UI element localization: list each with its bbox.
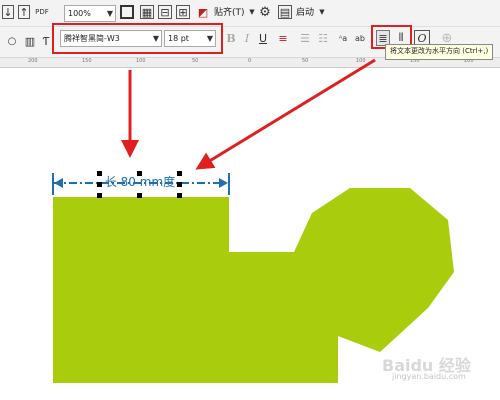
canvas[interactable] [0,0,500,400]
annotation-arrow-diagonal [195,58,376,170]
tooltip: 将文本更改为水平方向 (Ctrl+,) [385,44,494,60]
selection-handle[interactable] [97,193,102,198]
watermark-url: jingyan.baidu.com [392,372,466,381]
selection-handle[interactable] [177,193,182,198]
dimension-text[interactable]: 长 80 mm度 [100,175,180,189]
selection-handle[interactable] [137,193,142,198]
dimension-arrow-left-icon [54,178,63,188]
dimension-arrow-right-icon [219,178,228,188]
